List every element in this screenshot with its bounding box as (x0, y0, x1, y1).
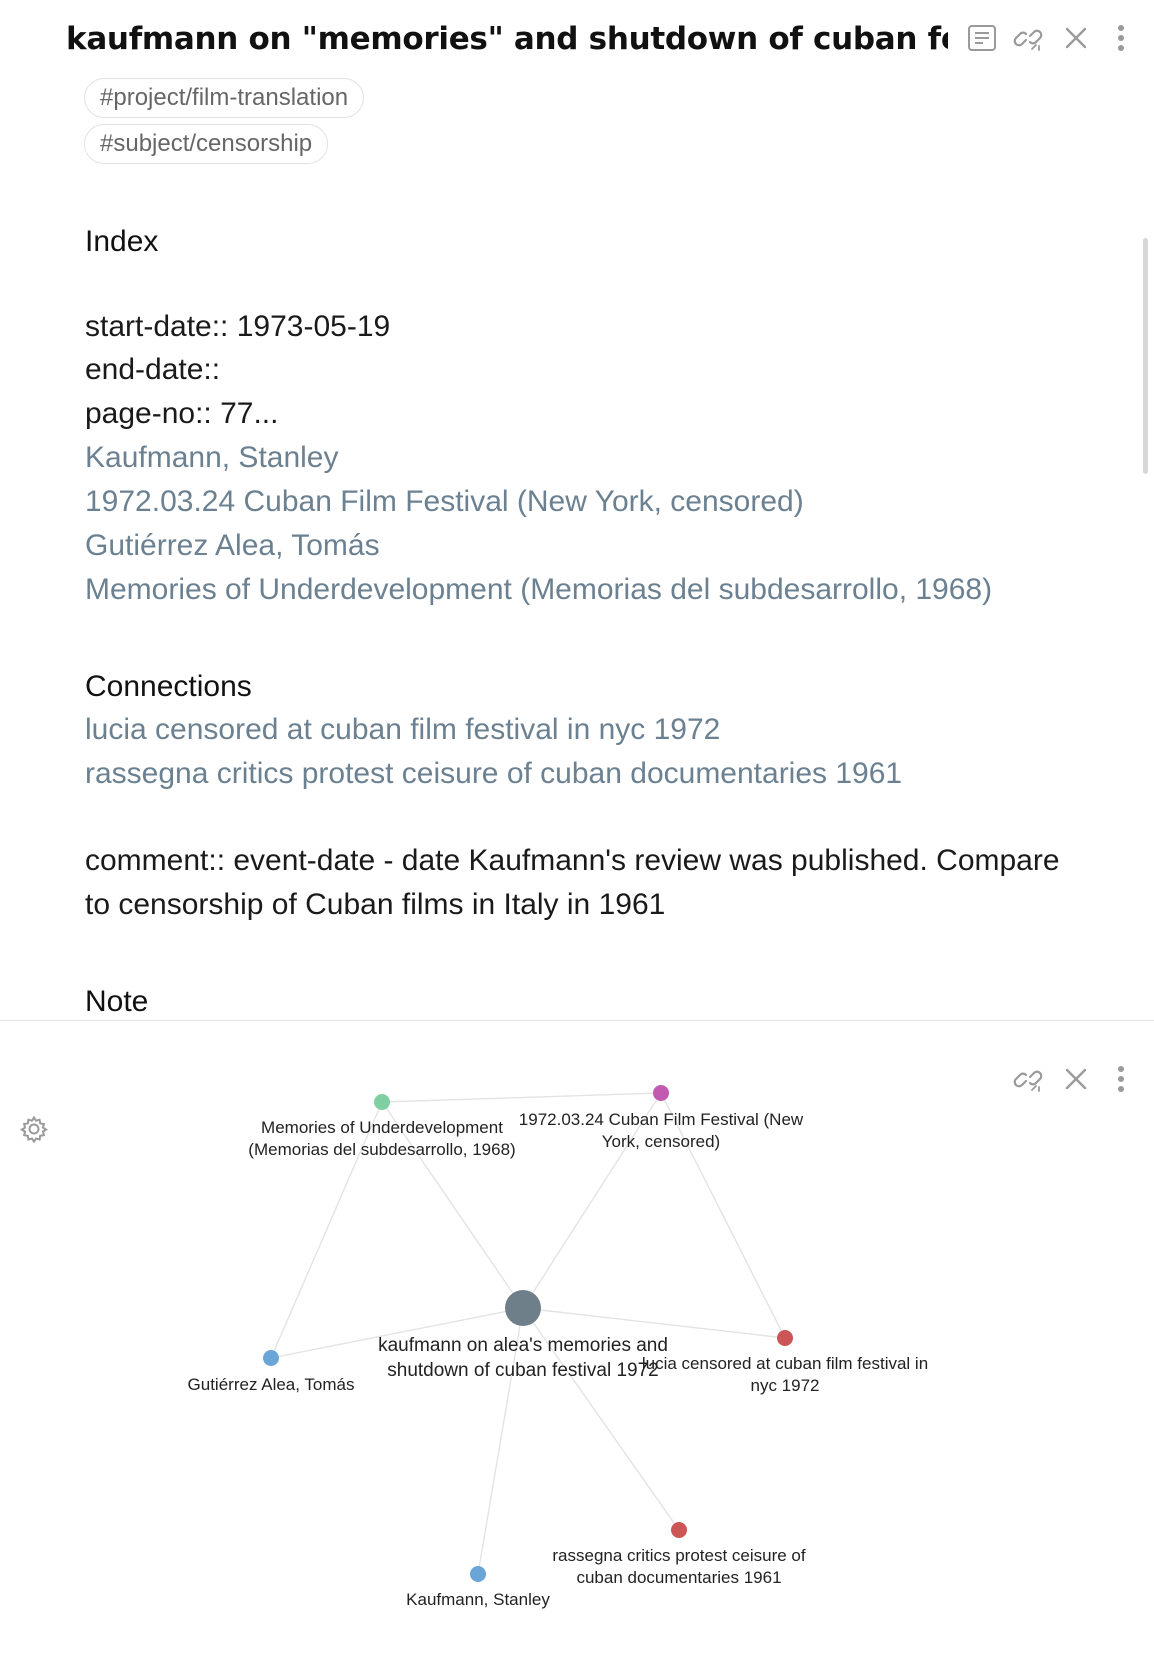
index-link-kaufmann[interactable]: Kaufmann, Stanley (85, 438, 339, 478)
graph-node-label-lucia: nyc 1972 (751, 1376, 820, 1395)
graph-node-label-rassegna: rassegna critics protest ceisure of (552, 1546, 805, 1565)
tag-subject-censorship[interactable]: #subject/censorship (84, 124, 329, 164)
link-icon[interactable] (1008, 18, 1048, 58)
graph-node-label-center: shutdown of cuban festival 1972 (387, 1360, 658, 1381)
note-title[interactable]: kaufmann on "memories" and shutdown of c… (66, 14, 948, 64)
note-title-bar: kaufmann on "memories" and shutdown of c… (0, 0, 1154, 78)
graph-edges (270, 1092, 786, 1575)
note-pane: kaufmann on "memories" and shutdown of c… (0, 0, 1154, 1020)
graph-node-label-festival: York, censored) (602, 1132, 720, 1151)
index-link-festival[interactable]: 1972.03.24 Cuban Film Festival (New York… (85, 482, 804, 522)
graph-node-alea[interactable]: Gutiérrez Alea, Tomás (188, 1350, 355, 1394)
graph-node-dot-lucia[interactable] (777, 1330, 793, 1346)
graph-node-label-rassegna: cuban documentaries 1961 (576, 1568, 781, 1587)
page-no-property: page-no:: 77... (85, 397, 279, 430)
graph-node-festival[interactable]: 1972.03.24 Cuban Film Festival (New York,… (519, 1085, 804, 1151)
connection-link-rassegna[interactable]: rassegna critics protest ceisure of cuba… (85, 754, 902, 794)
graph-node-rassegna[interactable]: rassegna critics protest ceisure of cuban… (552, 1522, 806, 1587)
tag-project-film-translation[interactable]: #project/film-translation (84, 78, 365, 118)
graph-edge-memories-festival (381, 1092, 662, 1103)
graph-node-dot-memories[interactable] (374, 1094, 390, 1110)
graph-node-memories[interactable]: Memories of Underdevelopment (Memorias de… (248, 1094, 516, 1159)
start-date-property: start-date:: 1973-05-19 (85, 310, 391, 343)
connection-link-lucia[interactable]: lucia censored at cuban film festival in… (85, 710, 720, 750)
graph-node-dot-alea[interactable] (263, 1350, 279, 1366)
graph-node-dot-kaufmann[interactable] (470, 1566, 486, 1582)
note-heading: Note (85, 985, 149, 1018)
graph-node-label-lucia: lucia censored at cuban film festival in (642, 1354, 928, 1373)
index-link-memories[interactable]: Memories of Underdevelopment (Memorias d… (85, 570, 992, 610)
graph-node-label-alea: Gutiérrez Alea, Tomás (188, 1375, 355, 1394)
graph-node-lucia[interactable]: lucia censored at cuban film festival in… (642, 1330, 928, 1395)
graph-edge-center-lucia (522, 1307, 786, 1339)
graph-nodes: kaufmann on alea's memories and shutdown … (188, 1085, 928, 1609)
graph-node-kaufmann[interactable]: Kaufmann, Stanley (406, 1566, 550, 1609)
scrollbar[interactable] (1143, 238, 1148, 474)
comment-line-2: to censorship of Cuban films in Italy in… (85, 888, 666, 921)
graph-node-label-memories: Memories of Underdevelopment (261, 1118, 503, 1137)
local-graph-canvas[interactable]: kaufmann on alea's memories and shutdown … (0, 1021, 1154, 1658)
end-date-property: end-date:: (85, 353, 221, 386)
graph-edge-festival-lucia (660, 1092, 786, 1339)
graph-node-label-memories: (Memorias del subdesarrollo, 1968) (248, 1140, 515, 1159)
graph-node-label-center: kaufmann on alea's memories and (378, 1335, 668, 1356)
tag-list: #project/film-translation #subject/censo… (84, 78, 365, 170)
index-link-alea[interactable]: Gutiérrez Alea, Tomás (85, 526, 380, 566)
graph-node-dot-rassegna[interactable] (671, 1522, 687, 1538)
more-options-icon[interactable] (1101, 18, 1141, 58)
index-heading: Index (85, 225, 159, 258)
comment-line-1: comment:: event-date - date Kaufmann's r… (85, 844, 1060, 877)
close-icon[interactable] (1056, 18, 1096, 58)
local-graph-pane: kaufmann on alea's memories and shutdown … (0, 1020, 1154, 1658)
graph-node-dot-center[interactable] (505, 1290, 541, 1326)
graph-node-label-kaufmann: Kaufmann, Stanley (406, 1590, 550, 1609)
graph-node-dot-festival[interactable] (653, 1085, 669, 1101)
graph-node-center[interactable]: kaufmann on alea's memories and shutdown … (378, 1290, 668, 1381)
connections-heading: Connections (85, 670, 252, 703)
reading-view-icon[interactable] (962, 18, 1002, 58)
graph-node-label-festival: 1972.03.24 Cuban Film Festival (New (519, 1110, 804, 1129)
